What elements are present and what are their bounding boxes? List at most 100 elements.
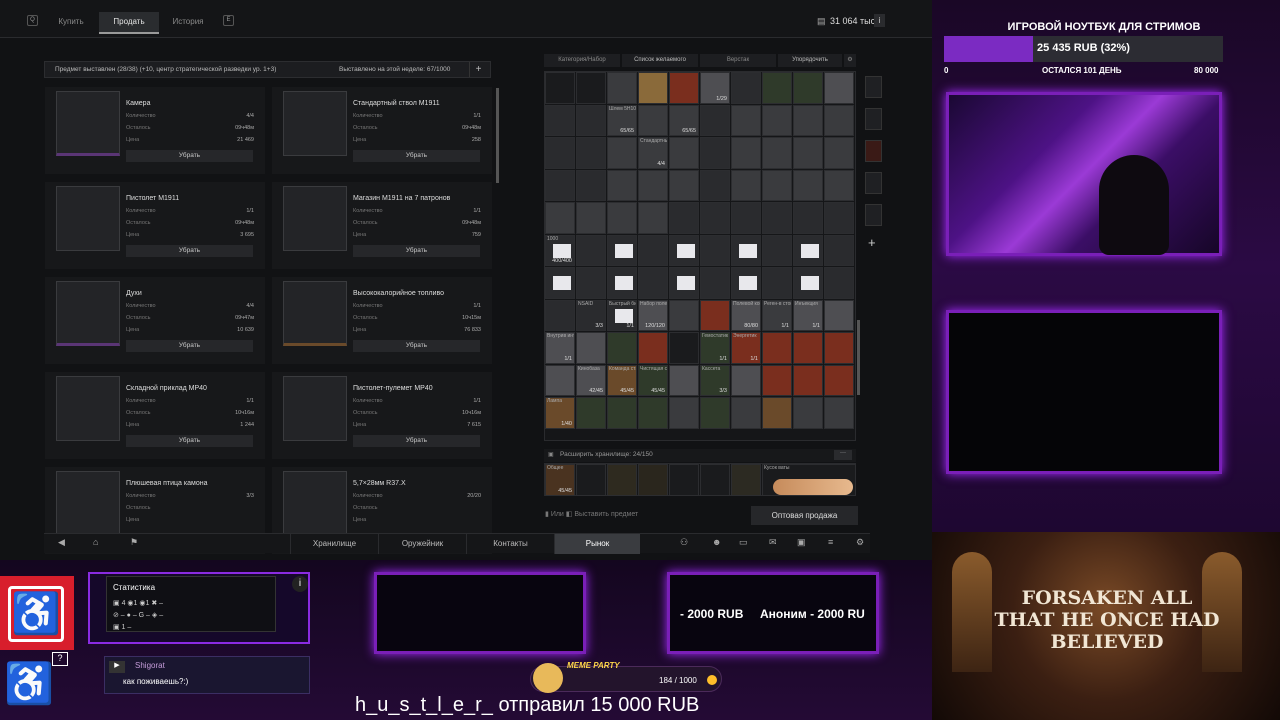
stash-cell[interactable] [700,137,730,169]
remove-button[interactable]: Убрать [353,340,480,352]
stash-cell[interactable] [545,169,575,201]
stash-cell[interactable] [824,234,854,266]
stash-cell[interactable]: Гемостатик 1/1 [700,332,730,364]
nav-gunsmith[interactable]: Оружейник [378,534,466,554]
nav-contacts[interactable]: Контакты [466,534,554,554]
stash-cell[interactable] [669,234,699,266]
nav-market[interactable]: Рынок [554,534,640,554]
filter-workbench[interactable]: Верстак [700,54,776,67]
stash-scrollbar[interactable] [857,320,860,395]
back-icon[interactable]: ◀ [58,537,65,548]
stash-cell[interactable] [669,267,699,299]
notes-icon[interactable]: ≡ [828,537,833,547]
stash-cell[interactable] [669,397,699,429]
stash-cell[interactable] [545,104,575,136]
home-icon[interactable]: ⌂ [93,537,98,547]
add-tab-icon[interactable]: + [868,235,876,250]
stash-cell[interactable] [793,234,823,266]
stash-cell[interactable] [731,234,761,266]
stash-grid[interactable]: 1/29 Шлем 5H10Л 65/65 65/65 Стандартный набо… [544,71,856,441]
stash-cell[interactable]: Набор полевой 120/120 [638,299,668,331]
nav-stash[interactable]: Хранилище [290,534,378,554]
user-icon[interactable]: ☻ [712,537,721,547]
side-tab-case-icon[interactable] [865,108,882,130]
stash-cell[interactable] [669,72,699,104]
stash-cell[interactable] [731,364,761,396]
stash-cell[interactable] [669,202,699,234]
stash-cell[interactable] [793,104,823,136]
stash-cell[interactable] [762,137,792,169]
stash-cell[interactable] [576,267,606,299]
stash-cell[interactable] [576,72,606,104]
side-tab-bag-icon[interactable] [865,172,882,194]
settings-icon[interactable]: ⚙ [844,54,856,67]
stash-cell[interactable] [638,169,668,201]
stash-cell[interactable] [700,169,730,201]
stash-cell[interactable] [669,332,699,364]
stash-cell[interactable] [607,332,637,364]
stash-cell[interactable]: Внутрив инъекция 1/1 [545,332,575,364]
stash-cell[interactable]: Реген-в стойк 1/1 [762,299,792,331]
stash-cell[interactable] [576,234,606,266]
stash-cell[interactable]: Инъекция 1/1 [793,299,823,331]
info-icon[interactable]: i [874,14,885,27]
stash-cell[interactable] [731,202,761,234]
stash-cell[interactable]: 1000 400/400 [545,234,575,266]
stash-cell[interactable] [824,72,854,104]
stash-cell[interactable] [576,397,606,429]
stash-cell[interactable] [731,72,761,104]
stash-cell[interactable] [762,169,792,201]
more-icon[interactable]: ··· [834,450,852,460]
stash-cell[interactable]: Быстрый бинт 1/1 [607,299,637,331]
stash-cell[interactable] [793,169,823,201]
remove-button[interactable]: Убрать [353,245,480,257]
stash-cell[interactable] [607,202,637,234]
stash-cell[interactable]: Шлем 5H10Л 65/65 [607,104,637,136]
remove-button[interactable]: Убрать [353,150,480,162]
stash-cell[interactable] [700,267,730,299]
stash-cell[interactable] [700,397,730,429]
stash-cell[interactable]: Стандартный набор 4/4 [638,137,668,169]
chat-icon[interactable]: ▭ [739,537,748,548]
stash-cell[interactable] [607,137,637,169]
stash-cell[interactable] [824,332,854,364]
squad-icon[interactable]: ⚇ [680,537,688,548]
stash-cell[interactable] [669,364,699,396]
stash-cell[interactable] [607,397,637,429]
stash-cell[interactable]: Чистящая станция 45/45 [638,364,668,396]
store-icon[interactable]: ▣ [797,537,806,548]
mail-icon[interactable]: ✉ [769,537,777,548]
stash-cell[interactable] [607,169,637,201]
filter-wishlist[interactable]: Список желаемого [622,54,698,67]
stash-cell[interactable]: Кинобаза 42/45 [576,364,606,396]
side-tab-box-icon[interactable] [865,204,882,226]
stash-cell[interactable] [607,267,637,299]
stash-cell[interactable] [762,332,792,364]
stash-cell[interactable] [762,72,792,104]
stash-cell[interactable] [638,332,668,364]
stash-cell[interactable] [731,397,761,429]
stash-cell[interactable] [545,202,575,234]
stash-cell[interactable] [824,397,854,429]
stash-cell[interactable]: 1/29 [700,72,730,104]
stash-cell[interactable] [824,104,854,136]
stash-cell[interactable] [793,332,823,364]
stash-cell[interactable] [545,364,575,396]
remove-button[interactable]: Убрать [126,150,253,162]
wholesale-button[interactable]: Оптовая продажа [751,506,858,525]
stash-cell[interactable] [762,267,792,299]
stash-cell[interactable] [731,104,761,136]
stash-cell[interactable] [607,72,637,104]
stash-cell[interactable]: Энергетик 1/1 [731,332,761,364]
stash-cell[interactable] [700,234,730,266]
stash-cell[interactable] [731,267,761,299]
stash-cell[interactable] [762,397,792,429]
stash-cell[interactable] [545,299,575,331]
stash-cell[interactable] [545,72,575,104]
stash-cell[interactable] [669,299,699,331]
stash-cell[interactable] [793,364,823,396]
settings-gear-icon[interactable]: ⚙ [856,537,864,548]
stash-cell[interactable] [762,234,792,266]
stash-cell[interactable] [731,169,761,201]
stash-cell[interactable] [824,267,854,299]
